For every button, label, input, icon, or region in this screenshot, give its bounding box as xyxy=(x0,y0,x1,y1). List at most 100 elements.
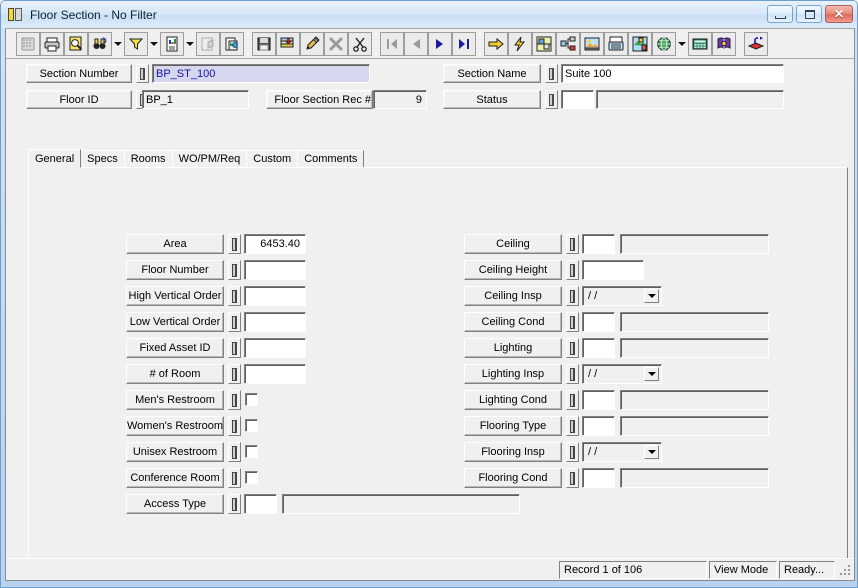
close-button[interactable]: ✕ xyxy=(825,5,853,23)
tab-custom[interactable]: Custom xyxy=(246,150,299,168)
flooring-type-label[interactable]: Flooring Type xyxy=(464,416,562,436)
title-bar[interactable]: Floor Section - No Filter ✕ xyxy=(1,1,857,28)
flooring-insp-dropdown-button[interactable] xyxy=(644,445,659,459)
womens-restroom-checkbox[interactable] xyxy=(245,419,258,432)
unisex-restroom-label[interactable]: Unisex Restroom xyxy=(126,442,224,462)
resize-grip-icon[interactable] xyxy=(838,563,852,577)
ceiling-code-input[interactable] xyxy=(582,234,615,254)
ceiling-cond-code-input[interactable] xyxy=(582,312,615,332)
filter-button[interactable] xyxy=(124,31,148,56)
section-number-label[interactable]: Section Number xyxy=(26,64,132,83)
floor-number-input[interactable] xyxy=(244,260,306,280)
ceiling-label[interactable]: Ceiling xyxy=(464,234,562,254)
low-vertical-order-input[interactable] xyxy=(244,312,306,332)
graphics-button[interactable] xyxy=(628,31,652,56)
minimize-button[interactable] xyxy=(767,5,793,23)
high-vertical-order-input[interactable] xyxy=(244,286,306,306)
lighting-cond-code-input[interactable] xyxy=(582,390,615,410)
next-record-button[interactable] xyxy=(428,31,452,56)
calculator-button[interactable] xyxy=(688,31,712,56)
section-number-input[interactable]: BP_ST_100 xyxy=(152,64,370,83)
delete-button[interactable] xyxy=(324,31,348,56)
edit-button[interactable] xyxy=(300,31,324,56)
ceiling-height-lookup-button[interactable] xyxy=(566,260,579,280)
find-dropdown[interactable] xyxy=(112,31,124,56)
section-number-lookup-button[interactable] xyxy=(136,64,149,83)
flooring-cond-lookup-button[interactable] xyxy=(566,468,579,488)
womens-restroom-label[interactable]: Women's Restroom xyxy=(126,416,224,436)
lighting-code-input[interactable] xyxy=(582,338,615,358)
flooring-type-lookup-button[interactable] xyxy=(566,416,579,436)
report-button[interactable] xyxy=(160,31,184,56)
flooring-insp-date-combo[interactable]: / / xyxy=(582,442,662,462)
lighting-insp-dropdown-button[interactable] xyxy=(644,367,659,381)
ceiling-cond-lookup-button[interactable] xyxy=(566,312,579,332)
lighting-label[interactable]: Lighting xyxy=(464,338,562,358)
ceiling-insp-label[interactable]: Ceiling Insp xyxy=(464,286,562,306)
flooring-insp-lookup-button[interactable] xyxy=(566,442,579,462)
tab-specs[interactable]: Specs xyxy=(80,150,125,168)
high-vertical-order-label[interactable]: High Vertical Order xyxy=(126,286,224,306)
maximize-button[interactable] xyxy=(796,5,822,23)
print-preview-button[interactable] xyxy=(64,31,88,56)
access-type-lookup-button[interactable] xyxy=(228,494,241,514)
floor-id-label[interactable]: Floor ID xyxy=(26,90,132,109)
lighting-insp-label[interactable]: Lighting Insp xyxy=(464,364,562,384)
print-button[interactable] xyxy=(40,31,64,56)
flooring-cond-code-input[interactable] xyxy=(582,468,615,488)
number-of-room-label[interactable]: # of Room xyxy=(126,364,224,384)
ceiling-insp-lookup-button[interactable] xyxy=(566,286,579,306)
lighting-insp-date-combo[interactable]: / / xyxy=(582,364,662,384)
low-vertical-order-lookup-button[interactable] xyxy=(228,312,241,332)
web-button[interactable] xyxy=(652,31,676,56)
previous-record-button[interactable] xyxy=(404,31,428,56)
area-input[interactable]: 6453.40 xyxy=(244,234,306,254)
area-lookup-button[interactable] xyxy=(228,234,241,254)
properties-button[interactable] xyxy=(196,31,220,56)
conference-room-label[interactable]: Conference Room xyxy=(126,468,224,488)
status-lookup-button[interactable] xyxy=(545,90,558,109)
help-book-button[interactable] xyxy=(712,31,736,56)
flooring-cond-label[interactable]: Flooring Cond xyxy=(464,468,562,488)
conference-room-checkbox[interactable] xyxy=(245,471,258,484)
fixed-asset-id-label[interactable]: Fixed Asset ID xyxy=(126,338,224,358)
number-of-room-input[interactable] xyxy=(244,364,306,384)
lighting-lookup-button[interactable] xyxy=(566,338,579,358)
mens-restroom-lookup-button[interactable] xyxy=(228,390,241,410)
floor-id-input[interactable]: BP_1 xyxy=(142,90,249,109)
web-dropdown[interactable] xyxy=(676,31,688,56)
section-name-label[interactable]: Section Name xyxy=(443,64,541,83)
save-button[interactable] xyxy=(252,31,276,56)
access-type-code-input[interactable] xyxy=(244,494,277,514)
floor-number-label[interactable]: Floor Number xyxy=(126,260,224,280)
goto-button[interactable] xyxy=(484,31,508,56)
action-button[interactable] xyxy=(508,31,532,56)
flooring-insp-label[interactable]: Flooring Insp xyxy=(464,442,562,462)
drawing-button[interactable] xyxy=(532,31,556,56)
filter-dropdown[interactable] xyxy=(148,31,160,56)
high-vertical-order-lookup-button[interactable] xyxy=(228,286,241,306)
copy-record-button[interactable] xyxy=(220,31,244,56)
low-vertical-order-label[interactable]: Low Vertical Order xyxy=(126,312,224,332)
new-record-button[interactable] xyxy=(276,31,300,56)
access-type-label[interactable]: Access Type xyxy=(126,494,224,514)
image-button[interactable] xyxy=(580,31,604,56)
fax-button[interactable] xyxy=(604,31,628,56)
ceiling-insp-dropdown-button[interactable] xyxy=(644,289,659,303)
mens-restroom-checkbox[interactable] xyxy=(245,393,258,406)
tab-comments[interactable]: Comments xyxy=(297,150,365,168)
area-label[interactable]: Area xyxy=(126,234,224,254)
tab-rooms[interactable]: Rooms xyxy=(123,150,173,168)
section-name-lookup-button[interactable] xyxy=(545,64,558,83)
floor-number-lookup-button[interactable] xyxy=(228,260,241,280)
lighting-cond-lookup-button[interactable] xyxy=(566,390,579,410)
cut-button[interactable] xyxy=(348,31,372,56)
tab-wo-pm-req[interactable]: WO/PM/Req xyxy=(171,150,248,168)
unisex-restroom-checkbox[interactable] xyxy=(245,445,258,458)
first-record-button[interactable] xyxy=(380,31,404,56)
fixed-asset-id-lookup-button[interactable] xyxy=(228,338,241,358)
ceiling-height-label[interactable]: Ceiling Height xyxy=(464,260,562,280)
ceiling-height-input[interactable] xyxy=(582,260,644,280)
last-record-button[interactable] xyxy=(452,31,476,56)
exit-button[interactable] xyxy=(744,31,768,56)
